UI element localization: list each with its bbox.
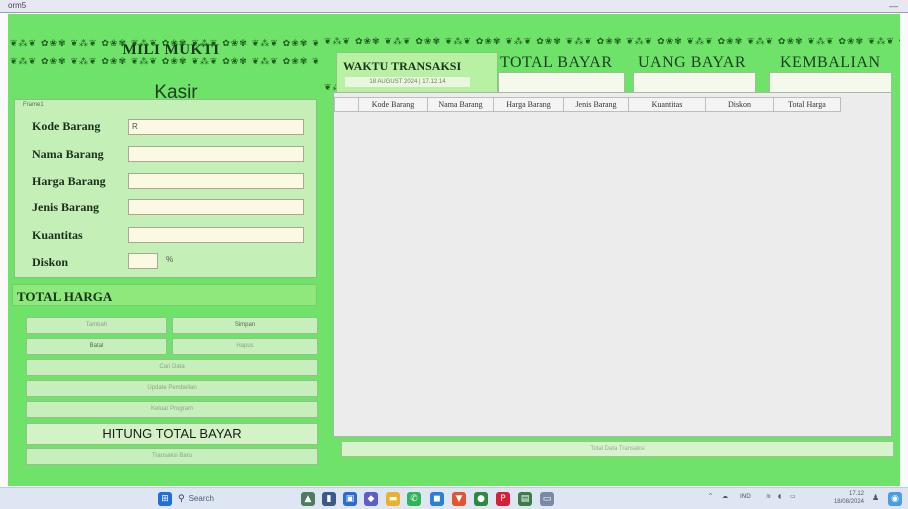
uang-bayar-label: UANG BAYAR — [638, 54, 746, 71]
diskon-label: Diskon — [32, 255, 69, 269]
kasir-form: ❦⁂❦ ✿❀✾ ❦⁂❦ ✿❀✾ ❦⁂❦ ✿❀✾ ❦⁂❦ ✿❀✾ ❦⁂❦ ✿❀✾ … — [8, 14, 900, 486]
simpan-button[interactable]: Simpan — [172, 317, 318, 334]
col-kode-barang[interactable]: Kode Barang — [359, 97, 428, 112]
store2-icon[interactable]: ▤ — [518, 492, 532, 506]
notepad-icon[interactable]: ▭ — [540, 492, 554, 506]
taskbar-search[interactable]: ⚲ Search — [178, 492, 278, 506]
cari-data-button[interactable]: Cari Data — [26, 359, 318, 376]
transaction-grid[interactable]: Kode Barang Nama Barang Harga Barang Jen… — [333, 92, 892, 437]
frame1-panel: Frame1 Kode Barang R Nama Barang Harga B… — [14, 99, 317, 278]
col-diskon[interactable]: Diskon — [706, 97, 774, 112]
waktu-transaksi-value: 18 AUGUST 2024 | 17.12.14 — [345, 77, 470, 87]
total-harga-label: TOTAL HARGA — [17, 289, 113, 304]
grid-row-header — [334, 97, 359, 112]
total-harga-bar: TOTAL HARGA — [12, 284, 317, 306]
keluar-program-button[interactable]: Keluar Program — [26, 401, 318, 418]
file-explorer-icon[interactable]: ▮ — [322, 492, 336, 506]
store-name: MILI MUKTI — [122, 42, 220, 58]
harga-barang-input[interactable] — [128, 173, 304, 189]
window-titlebar[interactable]: orm5 — — [0, 0, 908, 13]
kode-barang-label: Kode Barang — [32, 119, 101, 133]
total-bayar-label: TOTAL BAYAR — [500, 54, 613, 71]
tray-wifi-icon[interactable]: ≋ — [766, 493, 771, 500]
col-kuantitas[interactable]: Kuantitas — [629, 97, 706, 112]
update-pembelian-button[interactable]: Update Pembelian — [26, 380, 318, 397]
minimize-button[interactable]: — — [889, 0, 898, 12]
window-title: orm5 — [8, 1, 27, 10]
ornament-top-right: ❦⁂❦ ✿❀✾ ❦⁂❦ ✿❀✾ ❦⁂❦ ✿❀✾ ❦⁂❦ ✿❀✾ ❦⁂❦ ✿❀✾ … — [324, 37, 900, 47]
kembalian-label: KEMBALIAN — [780, 54, 881, 71]
chrome-icon[interactable]: ● — [474, 492, 488, 506]
notification-bell-icon[interactable]: ♟ — [872, 493, 879, 502]
status-bar: Total Data Transaksi — [341, 441, 894, 457]
kuantitas-label: Kuantitas — [32, 228, 83, 242]
tray-chevron-icon[interactable]: ^ — [708, 493, 713, 500]
diskon-input[interactable] — [128, 253, 158, 269]
hitung-total-bayar-button[interactable]: HITUNG TOTAL BAYAR — [26, 423, 318, 445]
col-harga-barang[interactable]: Harga Barang — [494, 97, 564, 112]
hapus-button[interactable]: Hapus — [172, 338, 318, 355]
col-total-harga[interactable]: Total Harga — [774, 97, 841, 112]
windows-taskbar: ⊞ ⚲ Search ▲ ▮ ▣ ◆ ▬ ✆ ◼ ▼ ● P ▤ ▭ ^ ☁ IN… — [0, 487, 908, 509]
tray-cloud-icon[interactable]: ☁ — [722, 493, 728, 500]
tray-language[interactable]: IND — [740, 493, 751, 500]
jenis-barang-input[interactable] — [128, 199, 304, 215]
grid-header: Kode Barang Nama Barang Harga Barang Jen… — [334, 97, 841, 112]
mountain-icon[interactable]: ▲ — [301, 492, 315, 506]
tambah-button[interactable]: Tambah — [26, 317, 167, 334]
col-jenis-barang[interactable]: Jenis Barang — [564, 97, 629, 112]
whatsapp-icon[interactable]: ✆ — [407, 492, 421, 506]
waktu-transaksi-label: WAKTU TRANSAKSI — [343, 59, 462, 73]
clock-date: 18/08/2024 — [833, 499, 864, 505]
kuantitas-input[interactable] — [128, 227, 304, 243]
diskon-unit: % — [166, 255, 174, 264]
transaksi-baru-button[interactable]: Transaksi Baru — [26, 448, 318, 465]
waktu-transaksi-box: WAKTU TRANSAKSI 18 AUGUST 2024 | 17.12.1… — [336, 52, 498, 96]
clock-time: 17.12 — [848, 491, 864, 497]
kembalian-field[interactable] — [769, 72, 892, 94]
search-placeholder: Search — [188, 494, 214, 503]
taskbar-clock[interactable]: 17.12 18/08/2024 — [834, 490, 864, 506]
uang-bayar-field[interactable] — [633, 72, 756, 94]
total-bayar-field[interactable] — [498, 72, 625, 94]
search-icon: ⚲ — [178, 494, 185, 504]
col-nama-barang[interactable]: Nama Barang — [428, 97, 494, 112]
folder-icon[interactable]: ▬ — [386, 492, 400, 506]
pinterest-icon[interactable]: P — [496, 492, 510, 506]
brave-icon[interactable]: ▼ — [452, 492, 466, 506]
kode-barang-input[interactable]: R — [128, 119, 304, 135]
store-icon[interactable]: ▣ — [343, 492, 357, 506]
photos-icon[interactable]: ◼ — [430, 492, 444, 506]
tray-battery-icon[interactable]: ▭ — [790, 493, 796, 500]
jenis-barang-label: Jenis Barang — [32, 200, 100, 214]
nama-barang-input[interactable] — [128, 146, 304, 162]
frame-caption: Frame1 — [23, 102, 44, 108]
harga-barang-label: Harga Barang — [32, 174, 106, 188]
copilot-icon[interactable]: ◉ — [888, 492, 902, 506]
tray-volume-icon[interactable]: ◖ — [778, 493, 781, 500]
batal-button[interactable]: Batal — [26, 338, 167, 355]
app-icon[interactable]: ◆ — [364, 492, 378, 506]
nama-barang-label: Nama Barang — [32, 147, 104, 161]
windows-icon[interactable]: ⊞ — [158, 492, 172, 506]
